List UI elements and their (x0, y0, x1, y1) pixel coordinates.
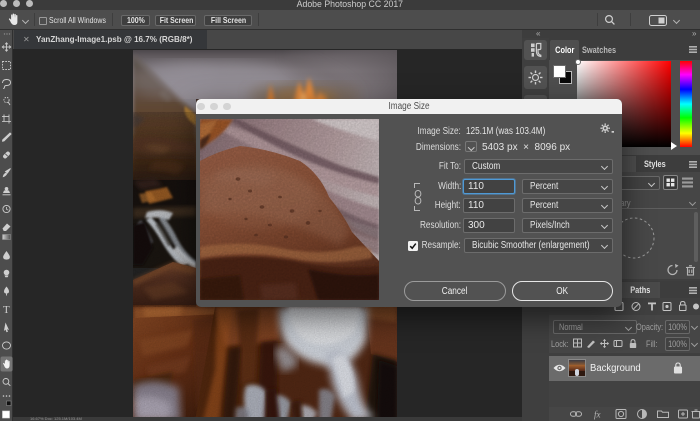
svg-text:T: T (3, 304, 10, 316)
svg-text:fx: fx (594, 410, 601, 420)
